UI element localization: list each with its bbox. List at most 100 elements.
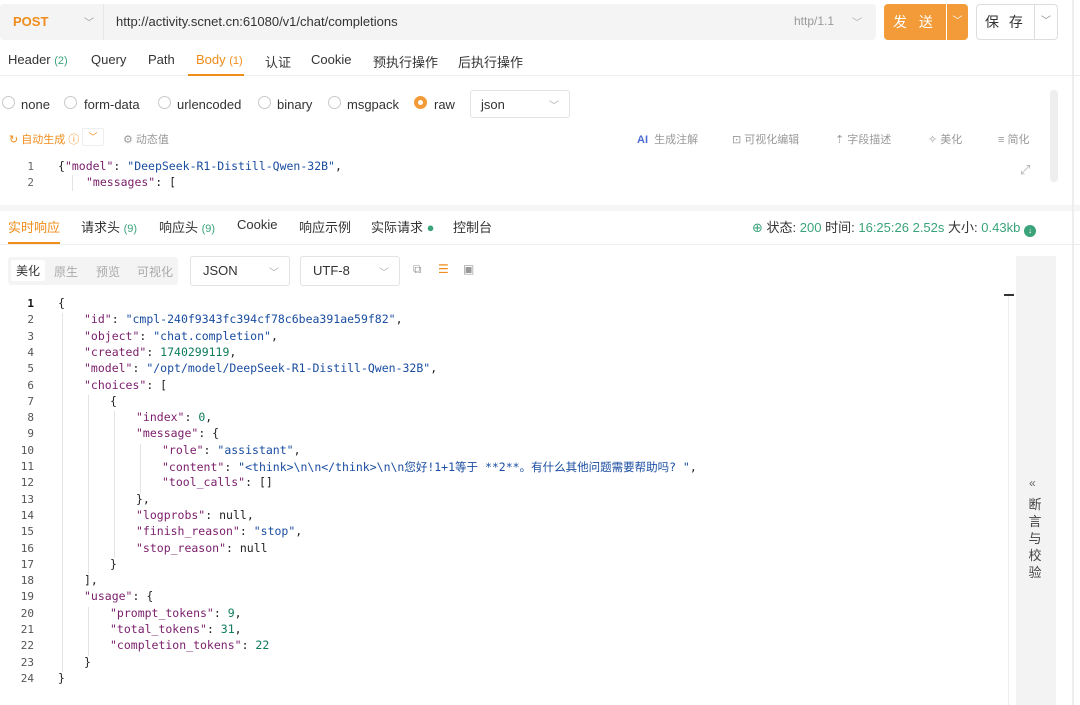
generate-comments-button[interactable]: AI 生成注解: [637, 131, 698, 147]
copy-icon[interactable]: ⧉: [413, 262, 422, 277]
code-line[interactable]: }: [58, 671, 65, 685]
status-label: 状态:: [766, 220, 797, 235]
download-icon[interactable]: ↓: [1023, 225, 1036, 237]
line-number: 19: [20, 590, 34, 604]
code-punct: },: [136, 491, 150, 506]
dynamic-value-button[interactable]: ⚙ 动态值: [123, 131, 169, 147]
code-line[interactable]: "finish_reason": "stop",: [136, 524, 302, 538]
tab-request-headers[interactable]: 请求头 (9): [81, 217, 137, 236]
code-line[interactable]: "created": 1740299119,: [84, 345, 236, 359]
response-format-select[interactable]: JSON ﹀: [190, 256, 290, 286]
code-line[interactable]: "prompt_tokens": 9,: [110, 606, 242, 620]
line-number: 11: [20, 460, 34, 473]
code-line[interactable]: "usage": {: [84, 589, 153, 603]
code-line[interactable]: "tool_calls": []: [162, 475, 273, 489]
view-mode-beautify[interactable]: 美化: [11, 260, 46, 281]
code-line[interactable]: }: [110, 557, 117, 571]
tab-pre-request[interactable]: 预执行操作: [373, 52, 438, 71]
radio-raw[interactable]: [414, 96, 427, 109]
code-line[interactable]: "content": "<think>\n\n</think>\n\n您好!1+…: [162, 459, 697, 475]
tab-path[interactable]: Path: [148, 52, 175, 67]
response-body[interactable]: 1 {2 "id": "cmpl-240f9343fc394cf78c6bea391…: [0, 293, 1008, 705]
expand-icon[interactable]: ⤢: [1020, 162, 1030, 178]
tab-actual-request[interactable]: 实际请求 ●: [371, 217, 435, 236]
line-number: 24: [20, 671, 34, 685]
code-line[interactable]: {: [110, 394, 117, 408]
response-scrollbar[interactable]: [1008, 293, 1016, 705]
collapse-left-icon[interactable]: «: [1029, 476, 1036, 490]
url-input[interactable]: http://activity.scnet.cn:61080/v1/chat/c…: [116, 14, 398, 29]
code-line[interactable]: {: [58, 296, 65, 310]
radio-none[interactable]: [2, 96, 15, 109]
view-mode-raw[interactable]: 原生: [54, 263, 78, 280]
beautify-button[interactable]: ✧ 美化: [928, 131, 962, 147]
tab-response-headers[interactable]: 响应头 (9): [159, 217, 215, 236]
method-select[interactable]: POST ﹀: [0, 4, 104, 40]
line-number: 17: [20, 557, 34, 571]
tab-response-example[interactable]: 响应示例: [299, 217, 351, 236]
body-format-select[interactable]: json ﹀: [470, 90, 570, 118]
code-line[interactable]: "index": 0,: [136, 410, 212, 424]
view-mode-visual[interactable]: 可视化: [137, 263, 173, 280]
assert-panel[interactable]: « 断言与校验: [1016, 256, 1056, 705]
code-line[interactable]: "total_tokens": 31,: [110, 622, 242, 636]
tab-cookie[interactable]: Cookie: [311, 52, 351, 67]
response-status: ⊕ 状态: 200 时间: 16:25:26 2.52s 大小: 0.43kb …: [752, 217, 1036, 237]
code-line[interactable]: }: [84, 655, 91, 669]
field-desc-button[interactable]: ⇡ 字段描述: [835, 131, 891, 147]
save-button[interactable]: 保 存: [976, 4, 1034, 40]
encoding-label: UTF-8: [313, 263, 350, 278]
send-button[interactable]: 发 送: [884, 4, 946, 40]
json-value: null: [239, 540, 268, 555]
code-line[interactable]: ],: [84, 573, 98, 587]
code-punct: ,: [395, 312, 403, 327]
autogen-button[interactable]: ↻ 自动生成 ⓘ: [9, 131, 79, 147]
format-icon[interactable]: ☰: [438, 262, 449, 276]
tab-query[interactable]: Query: [91, 52, 126, 67]
code-line[interactable]: "model": "/opt/model/DeepSeek-R1-Distill…: [84, 361, 437, 375]
autogen-chevron-icon[interactable]: ﹀: [82, 128, 104, 146]
code-line[interactable]: "id": "cmpl-240f9343fc394cf78c6bea391ae5…: [84, 312, 403, 326]
http-version-select[interactable]: http/1.1: [794, 14, 834, 28]
code-punct: {: [110, 393, 117, 408]
assert-label: 断言与校验: [1028, 497, 1042, 580]
tab-console[interactable]: 控制台: [453, 217, 492, 236]
code-line[interactable]: "message": {: [136, 426, 219, 440]
radio-binary[interactable]: [258, 96, 271, 109]
tab-live-response[interactable]: 实时响应: [8, 217, 60, 236]
json-key: "model": [64, 159, 114, 173]
line-number: 6: [27, 378, 34, 392]
tab-cookie[interactable]: Cookie: [237, 217, 277, 232]
tab-header[interactable]: Header (2): [8, 52, 68, 67]
save-options-chevron-icon[interactable]: ﹀: [1034, 4, 1058, 40]
view-mode-preview[interactable]: 预览: [96, 263, 120, 280]
json-value: "chat.completion": [153, 328, 271, 343]
encoding-select[interactable]: UTF-8 ﹀: [300, 256, 400, 286]
code-line[interactable]: "role": "assistant",: [162, 443, 301, 457]
radio-msgpack[interactable]: [328, 96, 341, 109]
radio-form-data[interactable]: [64, 96, 77, 109]
json-key: "logprobs": [136, 507, 206, 522]
tab-post-request[interactable]: 后执行操作: [458, 52, 523, 71]
code-punct: ,: [270, 328, 278, 343]
simplify-button[interactable]: ≡ 简化: [998, 131, 1029, 147]
radio-urlencoded[interactable]: [158, 96, 171, 109]
code-line[interactable]: {"model": "DeepSeek-R1-Distill-Qwen-32B"…: [58, 159, 342, 173]
tab-auth[interactable]: 认证: [265, 52, 291, 71]
indent-guide: [88, 394, 89, 575]
code-line[interactable]: },: [136, 492, 150, 506]
json-value: 31: [220, 622, 235, 636]
send-options-chevron-icon[interactable]: ﹀: [947, 4, 968, 40]
code-line[interactable]: "messages": [: [86, 175, 176, 189]
code-line[interactable]: "object": "chat.completion",: [84, 329, 278, 343]
code-line[interactable]: "completion_tokens": 22: [110, 638, 269, 652]
save-file-icon[interactable]: ▣: [463, 262, 474, 276]
json-key: "content": [162, 460, 225, 474]
code-line[interactable]: "choices": [: [84, 378, 167, 392]
code-line[interactable]: "logprobs": null,: [136, 508, 254, 522]
tab-count: (9): [123, 223, 138, 235]
editor-scrollbar[interactable]: [1050, 90, 1058, 182]
tab-body[interactable]: Body (1): [196, 52, 243, 67]
visual-edit-button[interactable]: ⊡ 可视化编辑: [732, 131, 799, 147]
code-line[interactable]: "stop_reason": null: [136, 541, 268, 555]
